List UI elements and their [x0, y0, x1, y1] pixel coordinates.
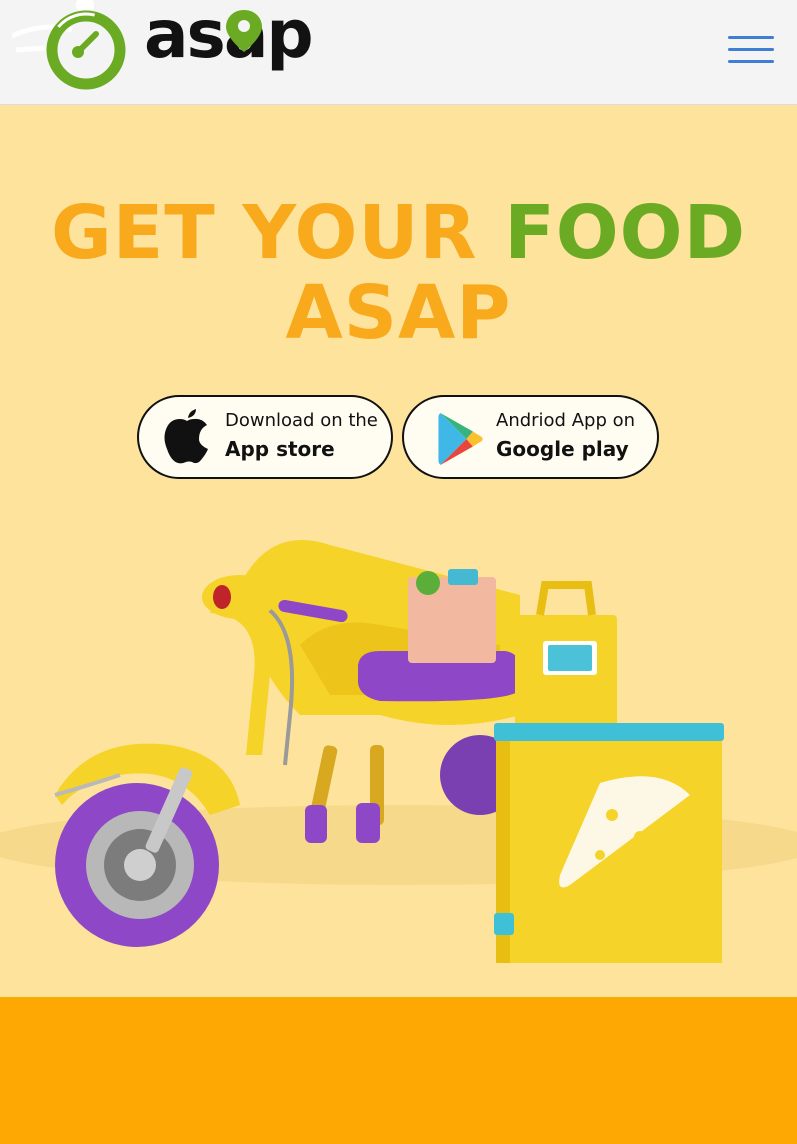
apple-icon	[164, 409, 208, 464]
stopwatch-logo-icon	[10, 0, 126, 90]
app-store-line2: App store	[225, 437, 335, 461]
asap-logo[interactable]: asap	[10, 0, 332, 100]
headline-food: FOOD	[504, 190, 746, 276]
menu-bar	[728, 60, 774, 63]
google-play-line2: Google play	[496, 437, 629, 461]
map-pin-icon	[226, 10, 262, 52]
menu-bar	[728, 36, 774, 39]
menu-bar	[728, 48, 774, 51]
hero-headline: GET YOUR FOOD ASAP	[0, 193, 797, 353]
orange-section-band	[0, 997, 797, 1144]
headline-get-your: GET YOUR	[50, 190, 505, 276]
delivery-scooter-illustration	[0, 540, 797, 963]
google-play-icon	[438, 413, 483, 465]
google-play-line1: Andriod App on	[496, 410, 636, 431]
hamburger-menu-icon[interactable]	[728, 36, 774, 64]
page: asap GET YOUR FOOD ASAP Download on the …	[0, 0, 797, 1144]
headline-asap: ASAP	[285, 270, 512, 356]
app-store-line1: Download on the	[225, 410, 378, 431]
site-header: asap	[0, 0, 797, 105]
google-play-button[interactable]: Andriod App on Google play	[402, 395, 659, 479]
app-store-button[interactable]: Download on the App store	[137, 395, 393, 479]
hero-section: GET YOUR FOOD ASAP Download on the App s…	[0, 105, 797, 997]
